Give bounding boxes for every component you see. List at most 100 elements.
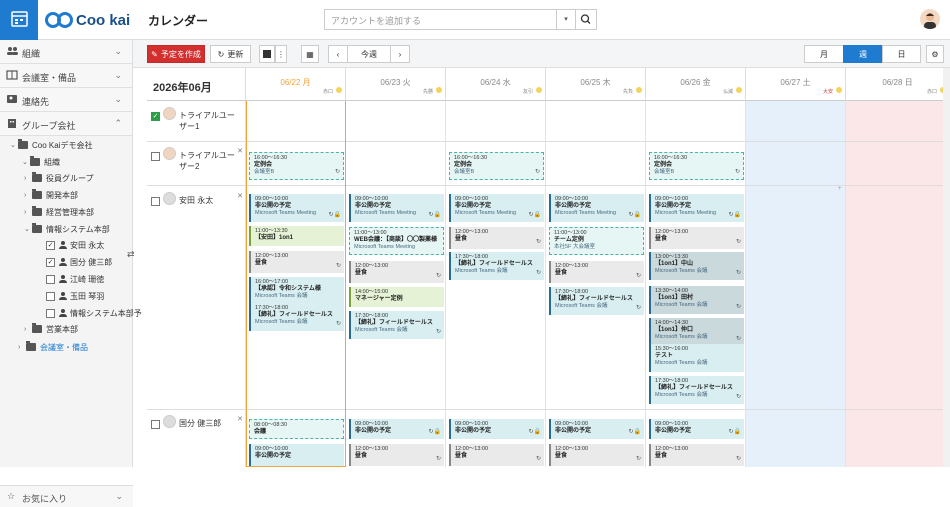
tree-item-executives[interactable]: › 役員グループ: [24, 170, 94, 186]
more-options-button[interactable]: ⋮: [275, 45, 287, 63]
member-checkbox[interactable]: [151, 420, 160, 429]
member-checkbox[interactable]: [151, 197, 160, 206]
event-card[interactable]: 09:00～10:00 非公開の予定 Microsoft Teams Meeting…: [449, 194, 544, 222]
day-header-wed[interactable]: 06/24 水友引: [446, 68, 546, 101]
create-event-button[interactable]: ✎ 予定を作成: [147, 45, 205, 63]
event-card[interactable]: 12:00～13:00 昼食 ↻: [649, 227, 744, 249]
event-card[interactable]: 15:30～16:00 テスト Microsoft Teams 会議: [649, 344, 744, 372]
this-week-button[interactable]: 今週: [347, 45, 391, 63]
day-view-button[interactable]: 日: [882, 45, 921, 63]
month-view-button[interactable]: 月: [804, 45, 844, 63]
settings-button[interactable]: ⚙: [926, 45, 944, 63]
day-header-thu[interactable]: 06/25 木先負: [546, 68, 646, 101]
member-checkbox[interactable]: ✓: [46, 240, 55, 250]
calendar-app-icon[interactable]: [0, 0, 38, 40]
event-card[interactable]: 16:00～16:30 定例会 会議室B ↻: [449, 152, 544, 180]
event-card[interactable]: 12:00～13:00 昼食 ↻: [349, 261, 444, 283]
chevron-right-icon: ›: [24, 174, 27, 182]
event-card[interactable]: 17:30～18:00 【締礼】フィールドセールス Microsoft Teams …: [249, 303, 344, 331]
event-card[interactable]: 12:00～13:00 昼食 ↻: [549, 444, 644, 466]
sidebar-section-organization[interactable]: 組織 ⌄: [0, 40, 132, 64]
event-card[interactable]: 17:30～18:00 【締礼】フィールドセールス Microsoft Teams …: [349, 311, 444, 339]
tree-member-yasuda[interactable]: ✓ 安田 永太: [46, 237, 104, 253]
day-header-sat[interactable]: 06/27 土大安: [746, 68, 846, 101]
member-checkbox[interactable]: ✓: [151, 112, 160, 121]
event-card[interactable]: 12:00～13:00 昼食 ↻: [549, 261, 644, 283]
event-card[interactable]: 13:30～14:00 【1on1】田村 Microsoft Teams 会議 ↻: [649, 286, 744, 314]
event-card[interactable]: 11:00～13:30 【安田】1on1: [249, 226, 344, 246]
resize-handle-icon[interactable]: ⇄: [127, 249, 135, 260]
next-week-button[interactable]: ›: [390, 45, 410, 63]
event-card[interactable]: 14:00～14:30 【1on1】仲口 Microsoft Teams 会議 ↻: [649, 318, 744, 346]
day-header-fri[interactable]: 06/26 金仏滅: [646, 68, 746, 101]
event-card[interactable]: 09:00～10:00 非公開の予定 ↻🔒: [449, 419, 544, 439]
event-card[interactable]: 16:00～16:30 定例会 会議室B ↻: [649, 152, 744, 180]
event-card[interactable]: 09:00～10:00 非公開の予定 Microsoft Teams Meeting…: [549, 194, 644, 222]
event-card[interactable]: 09:00～10:00 非公開の予定 ↻🔒: [349, 419, 444, 439]
event-card[interactable]: 17:30～18:00 【締礼】フィールドセールス Microsoft Teams …: [549, 287, 644, 315]
day-header-tue[interactable]: 06/23 火先勝: [346, 68, 446, 101]
remove-member-icon[interactable]: ✕: [237, 192, 243, 200]
day-header-sun[interactable]: 06/28 日赤口: [846, 68, 950, 101]
tree-item-sales[interactable]: › 営業本部: [24, 321, 78, 337]
event-card[interactable]: 13:00～13:30 【1on1】中山 Microsoft Teams 会議 ↻: [649, 252, 744, 280]
tree-member-ezaki[interactable]: 江崎 珊徳: [46, 271, 104, 287]
search-button[interactable]: [576, 9, 597, 30]
event-card[interactable]: 09:00～10:00 非公開の予定 ↻🔒: [649, 419, 744, 439]
date-picker-button[interactable]: ▦: [301, 45, 319, 63]
tree-item-organization[interactable]: ⌄ 組織: [22, 154, 60, 170]
week-view-button[interactable]: 週: [843, 45, 883, 63]
sidebar-section-rooms[interactable]: 会議室・備品 ⌄: [0, 64, 132, 88]
tree-member-tamada[interactable]: 玉田 琴羽: [46, 288, 104, 304]
event-card[interactable]: 17:30～18:00 【締礼】フィールドセールス Microsoft Teams …: [449, 252, 544, 280]
event-card[interactable]: 12:00～13:00 昼食 ↻: [449, 444, 544, 466]
tree-item-development[interactable]: › 開発本部: [24, 187, 78, 203]
event-card[interactable]: 08:00～08:30 会議: [249, 419, 344, 439]
user-avatar[interactable]: [920, 9, 940, 29]
day-column-sun[interactable]: [846, 101, 950, 467]
event-card[interactable]: 09:00～10:00 非公開の予定 Microsoft Teams Meeting…: [249, 194, 344, 222]
vertical-scrollbar[interactable]: [943, 68, 950, 467]
tree-item-rooms[interactable]: › 会議室・備品: [18, 339, 88, 355]
event-card[interactable]: 11:00～13:00 チーム定例 本社5F 大会議室: [549, 227, 644, 255]
tree-item-company[interactable]: ⌄ Coo Kaiデモ会社: [10, 137, 92, 153]
event-card[interactable]: 12:00～13:00 昼食 ↻: [349, 444, 444, 466]
favorites-section[interactable]: ☆ お気に入り ⌄: [0, 485, 133, 507]
account-search-input[interactable]: アカウントを追加する: [324, 9, 557, 30]
refresh-button[interactable]: ↻ 更新: [210, 45, 251, 63]
event-card[interactable]: 09:00～10:00 非公開の予定: [249, 444, 344, 466]
event-card[interactable]: 12:00～13:00 昼食 ↻: [449, 227, 544, 249]
day-column-tue[interactable]: [346, 101, 446, 467]
day-column-thu[interactable]: [546, 101, 646, 467]
weather-sun-icon: [636, 87, 642, 93]
day-header-mon[interactable]: 06/22 月赤口: [246, 68, 346, 101]
member-checkbox[interactable]: ✓: [46, 257, 55, 267]
collapse-button[interactable]: [259, 45, 275, 63]
previous-week-button[interactable]: ‹: [328, 45, 348, 63]
event-card[interactable]: 16:00～17:00 【承認】令和システム様 Microsoft Teams 会議: [249, 277, 344, 305]
event-card[interactable]: 17:30～18:00 【締礼】フィールドセールス Microsoft Teams …: [649, 376, 744, 404]
event-card[interactable]: 09:00～10:00 非公開の予定 Microsoft Teams Meeting…: [349, 194, 444, 222]
event-card[interactable]: 09:00～10:00 非公開の予定 ↻🔒: [549, 419, 644, 439]
event-card[interactable]: 09:00～10:00 非公開の予定 Microsoft Teams Meeting…: [649, 194, 744, 222]
member-checkbox[interactable]: [46, 291, 55, 301]
tree-member-it-other[interactable]: 情報システム本部予: [46, 305, 142, 321]
member-checkbox[interactable]: [151, 152, 160, 161]
event-card[interactable]: 12:00～13:00 昼食 ↻: [649, 444, 744, 466]
event-card[interactable]: 16:00～16:30 定例会 会議室B ↻: [249, 152, 344, 180]
add-event-icon[interactable]: +: [838, 186, 842, 192]
remove-member-icon[interactable]: ✕: [237, 415, 243, 423]
remove-member-icon[interactable]: ✕: [237, 147, 243, 155]
sidebar-section-contacts[interactable]: 連絡先 ⌄: [0, 88, 132, 112]
sidebar-section-group-companies[interactable]: グループ会社 ⌃: [0, 112, 132, 136]
tree-member-kokubu[interactable]: ✓ 国分 健三郎: [46, 254, 112, 270]
tree-item-management[interactable]: › 経営管理本部: [24, 204, 94, 220]
event-card[interactable]: 12:00～13:00 昼食 ↻: [249, 251, 344, 273]
tree-item-it-division[interactable]: ⌄ 情報システム本部: [24, 221, 110, 237]
day-column-sat[interactable]: [746, 101, 846, 467]
search-dropdown-button[interactable]: ▾: [557, 9, 576, 30]
event-card[interactable]: 11:00～13:00 WEB会議：【商談】〇〇製薬様 Microsoft Team…: [349, 227, 444, 255]
member-checkbox[interactable]: [46, 274, 55, 284]
event-card[interactable]: 14:00～15:00 マネージャー定例: [349, 287, 444, 307]
member-checkbox[interactable]: [46, 308, 55, 318]
